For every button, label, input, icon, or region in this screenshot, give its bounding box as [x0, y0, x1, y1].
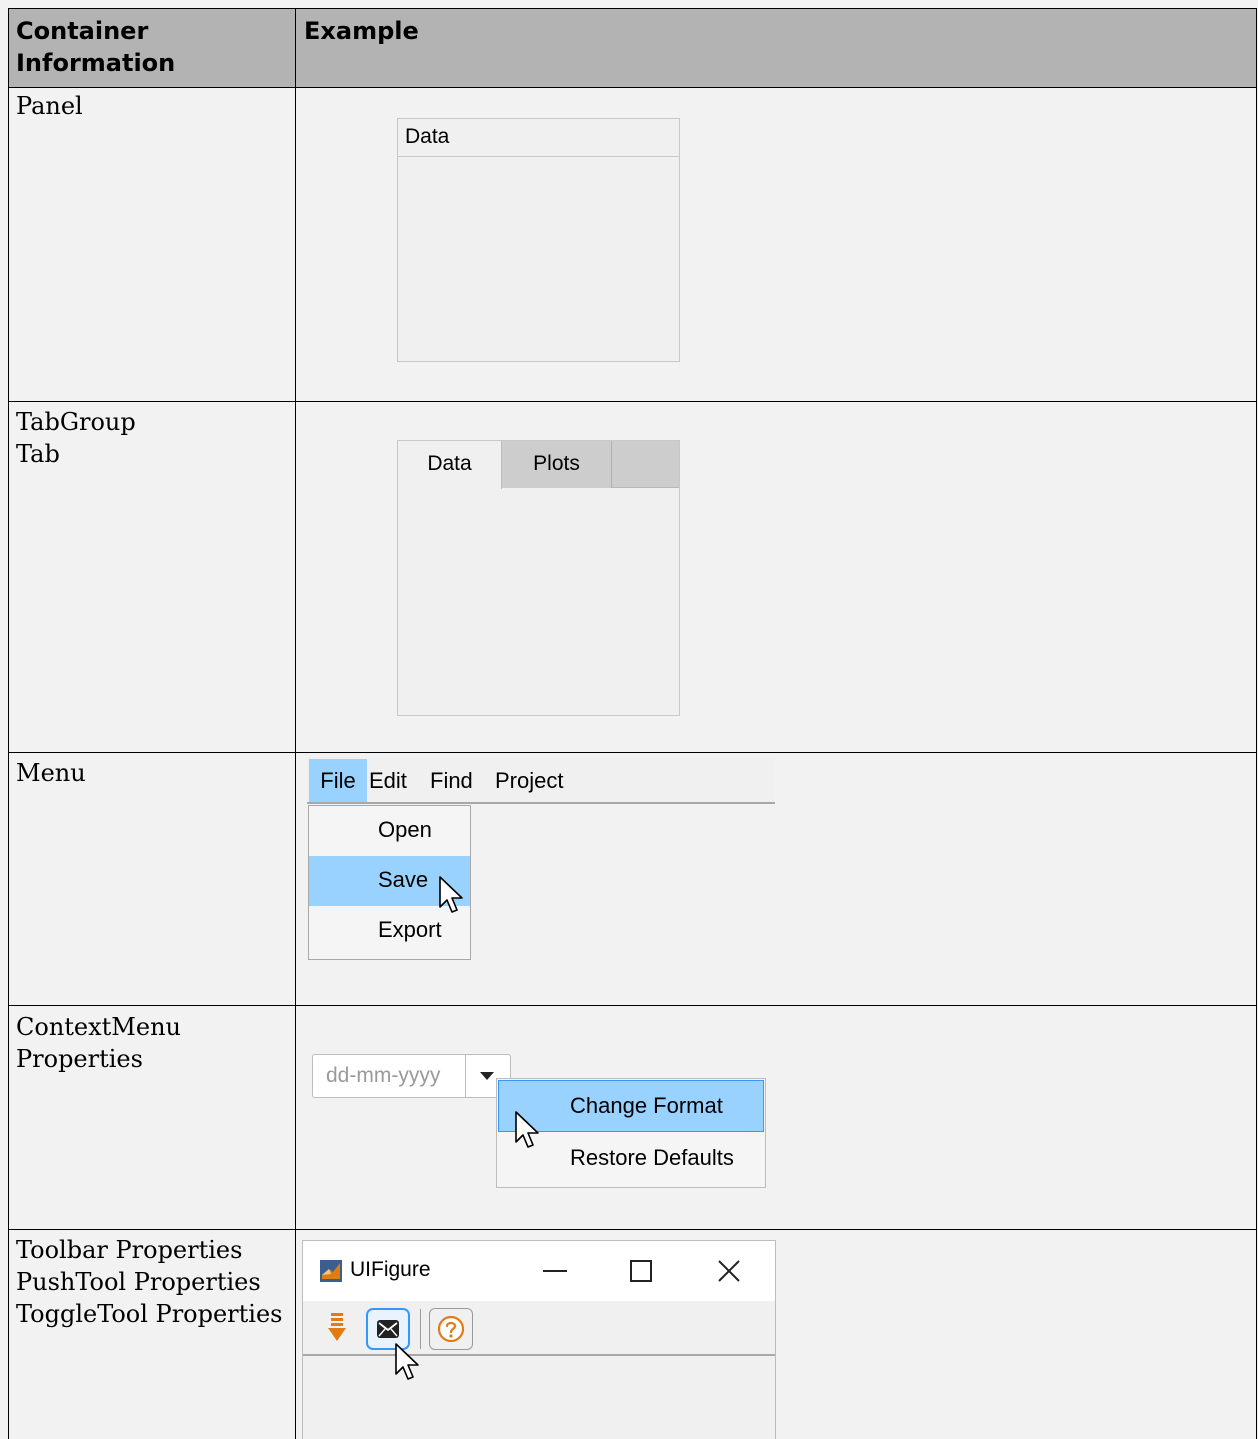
table-border-left — [8, 8, 9, 1439]
menu-item-open[interactable]: Open — [309, 806, 470, 856]
row-divider — [8, 401, 1256, 402]
cursor-icon — [439, 876, 463, 913]
row-label-menu: Menu — [16, 759, 86, 787]
row-label-toolbar: Toolbar Properties PushTool Properties T… — [16, 1236, 283, 1328]
row-divider — [8, 1229, 1256, 1230]
table-header — [8, 8, 1256, 87]
help-icon — [437, 1315, 465, 1343]
import-icon[interactable] — [326, 1313, 348, 1343]
close-icon[interactable] — [718, 1260, 740, 1282]
tab-plots[interactable]: Plots — [502, 441, 612, 488]
maximize-icon[interactable] — [630, 1260, 652, 1282]
tab-data[interactable]: Data — [398, 441, 502, 489]
uifigure-window: UIFigure — [302, 1240, 776, 1439]
minimize-icon[interactable] — [543, 1269, 567, 1273]
panel-example: Data — [397, 118, 680, 362]
column-divider — [295, 8, 296, 1439]
panel-title: Data — [398, 119, 679, 157]
menu-edit[interactable]: Edit — [369, 759, 407, 802]
row-divider — [8, 1005, 1256, 1006]
menu-project[interactable]: Project — [495, 759, 563, 802]
row-label-tabgroup: TabGroup Tab — [16, 408, 136, 468]
matlab-logo-icon — [320, 1260, 342, 1282]
title-bar: UIFigure — [303, 1241, 775, 1301]
tabgroup-example: Data Plots — [397, 440, 680, 716]
header-example: Example — [304, 17, 419, 45]
menu-file[interactable]: File — [309, 759, 367, 802]
help-tool-button[interactable] — [429, 1308, 473, 1350]
row-label-contextmenu: ContextMenu Properties — [16, 1013, 181, 1073]
row-label-panel: Panel — [16, 92, 83, 120]
row-divider — [8, 87, 1256, 88]
window-title: UIFigure — [350, 1258, 431, 1281]
date-picker[interactable]: dd-mm-yyyy — [312, 1054, 511, 1098]
mail-icon — [377, 1320, 399, 1338]
row-divider — [8, 752, 1256, 753]
header-container-information: Container Information — [16, 17, 176, 77]
cursor-icon — [515, 1111, 539, 1148]
cursor-icon — [395, 1343, 419, 1380]
table-border-right — [1256, 8, 1257, 1439]
chevron-down-icon[interactable] — [479, 1071, 495, 1081]
date-field[interactable]: dd-mm-yyyy — [313, 1055, 466, 1097]
menu-find[interactable]: Find — [430, 759, 473, 802]
table-border-top — [8, 8, 1256, 9]
toolbar — [303, 1301, 775, 1356]
menubar: File Edit Find Project — [307, 757, 775, 804]
